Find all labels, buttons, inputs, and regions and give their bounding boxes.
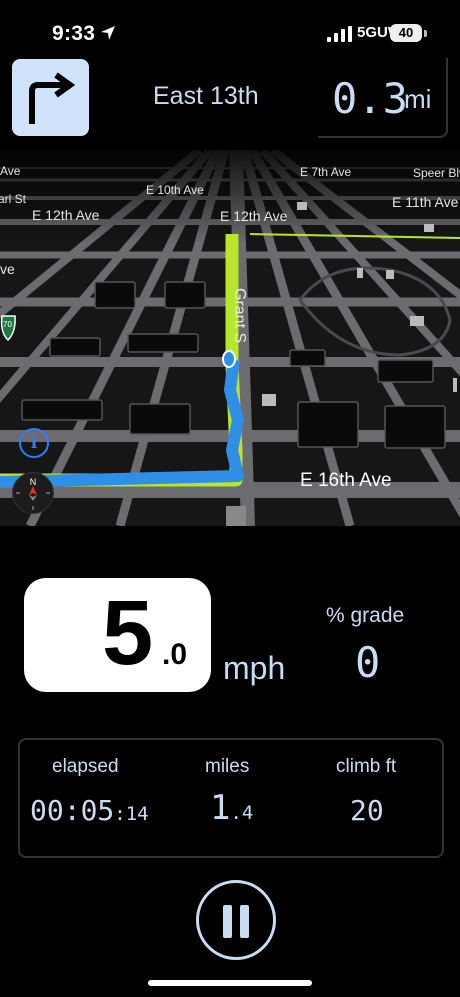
- map-label-ave-left-mid: ve: [0, 261, 15, 277]
- elapsed-main: 00:05: [30, 794, 115, 827]
- elapsed-value: 00:05:14: [30, 794, 149, 827]
- speed-decimal: .0: [162, 638, 188, 671]
- home-indicator[interactable]: [148, 980, 312, 986]
- map-label-speer-blvd: Speer Blvd: [413, 166, 460, 180]
- grade-label: % grade: [326, 604, 405, 627]
- distance-unit: mi: [404, 84, 432, 114]
- elapsed-label: elapsed: [52, 756, 119, 777]
- map-label-e-11th-ave: E 11th Ave: [392, 194, 459, 210]
- map-label-e-16th-ave: E 16th Ave: [300, 470, 392, 491]
- compass-icon[interactable]: N: [12, 472, 54, 514]
- map-label-ave-left-top: Ave: [0, 164, 21, 178]
- turn-direction-button[interactable]: [12, 59, 89, 136]
- map-view[interactable]: Ave arl St E 10th Ave E 7th Ave Speer Bl…: [0, 150, 460, 526]
- elapsed-seconds: :14: [114, 803, 149, 825]
- distance-value: 0.3: [332, 74, 408, 123]
- turn-right-arrow-icon: [29, 72, 76, 124]
- climb-label: climb ft: [336, 756, 397, 777]
- grade-value: 0: [355, 638, 381, 687]
- map-label-e-10th-ave: E 10th Ave: [146, 183, 204, 197]
- cellular-signal-icon: [327, 26, 352, 42]
- pause-icon-left: [223, 905, 232, 938]
- miles-value: 1.4: [210, 788, 253, 828]
- map-label-e-12th-ave-left: E 12th Ave: [32, 207, 100, 223]
- pause-button[interactable]: [196, 880, 276, 960]
- map-label-e-7th-ave: E 7th Ave: [300, 165, 352, 179]
- map-label-e-12th-ave-center: E 12th Ave: [220, 208, 288, 224]
- pause-icon-right: [240, 905, 249, 938]
- speed-value: 5: [102, 582, 154, 684]
- svg-text:N: N: [30, 477, 37, 487]
- map-label-grant-st: Grant S: [231, 288, 248, 344]
- miles-main: 1: [210, 788, 231, 828]
- speed-unit: mph: [223, 650, 286, 686]
- battery-tip: [424, 30, 427, 37]
- miles-decimal: .4: [230, 802, 254, 824]
- climb-value: 20: [350, 794, 384, 827]
- next-street-name: East 13th: [153, 82, 259, 110]
- highway-shield-label: 70: [3, 320, 12, 329]
- status-bar: 9:33 5GUW 40: [0, 0, 460, 62]
- status-time: 9:33: [52, 22, 96, 45]
- location-arrow-icon: [101, 26, 115, 40]
- info-icon[interactable]: i: [19, 428, 49, 458]
- battery-icon: 40: [390, 24, 422, 42]
- miles-label: miles: [205, 756, 250, 777]
- map-label-arl-st: arl St: [0, 192, 27, 206]
